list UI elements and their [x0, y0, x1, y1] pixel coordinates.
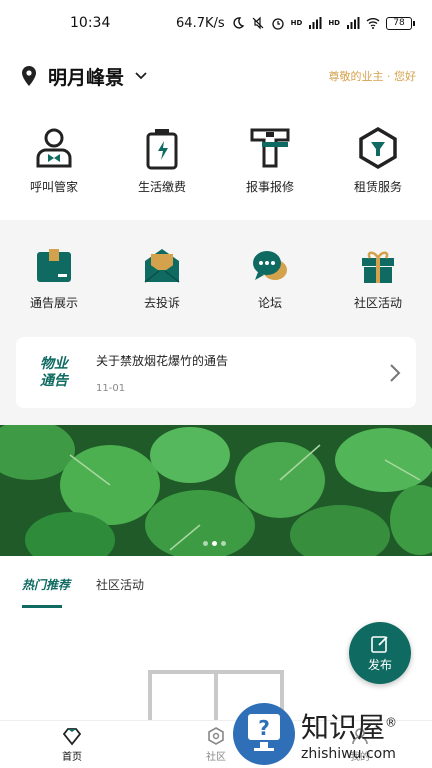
chevron-down-icon[interactable] — [134, 69, 148, 83]
status-icons: 64.7K/s HD HD 78 — [176, 15, 415, 31]
service-label: 生活缴费 — [137, 180, 186, 194]
content-tabs: 热门推荐 社区活动 — [22, 576, 144, 608]
notice-box-icon — [37, 249, 71, 282]
gift-icon — [362, 251, 394, 283]
edit-icon — [371, 635, 388, 653]
banner-leaves-image — [0, 425, 432, 556]
community-hexagon-icon — [208, 727, 224, 745]
service-label: 论坛 — [257, 296, 282, 310]
service-label: 通告展示 — [29, 296, 78, 310]
service-label: 去投诉 — [143, 296, 180, 310]
banner-carousel[interactable] — [0, 425, 432, 556]
service-call-butler[interactable]: 呼叫管家 — [0, 126, 108, 206]
svg-text:?: ? — [258, 716, 270, 740]
wifi-icon — [366, 18, 380, 29]
forum-chat-icon — [253, 251, 287, 280]
services-row-primary: 呼叫管家 生活缴费 报事报修 租赁服务 — [0, 126, 432, 206]
payment-icon — [146, 129, 178, 170]
header: 明月峰景 尊敬的业主 · 您好 — [0, 58, 432, 94]
service-label: 租赁服务 — [353, 180, 402, 194]
notice-title: 关于禁放烟花爆竹的通告 — [96, 353, 229, 368]
carousel-dot-active[interactable] — [212, 541, 217, 546]
watermark-en: zhishiwu.com — [301, 746, 396, 762]
service-payment[interactable]: 生活缴费 — [108, 126, 216, 206]
watermark-logo: ? — [233, 703, 295, 765]
notice-badge: 物业 通告 — [34, 356, 74, 390]
greeting-text: 尊敬的业主 · 您好 — [328, 70, 417, 83]
publish-label: 发布 — [367, 657, 392, 672]
rental-icon — [359, 126, 397, 170]
signal-label-2: HD — [328, 19, 340, 27]
notice-card[interactable]: 物业 通告 关于禁放烟花爆竹的通告 11-01 — [16, 337, 416, 408]
tab-hot-recommend[interactable]: 热门推荐 — [22, 576, 70, 608]
carousel-dot[interactable] — [221, 541, 226, 546]
signal-icon-2 — [347, 17, 360, 29]
service-rental[interactable]: 租赁服务 — [324, 126, 432, 206]
status-time: 10:34 — [70, 15, 111, 31]
service-repair[interactable]: 报事报修 — [216, 126, 324, 206]
question-monitor-icon: ? — [248, 714, 280, 751]
community-name[interactable]: 明月峰景 — [48, 63, 124, 90]
nav-label: 社区 — [206, 752, 226, 763]
service-forum[interactable]: 论坛 — [216, 246, 324, 316]
service-label: 呼叫管家 — [29, 180, 78, 194]
service-activities[interactable]: 社区活动 — [324, 246, 432, 316]
service-label: 报事报修 — [245, 180, 294, 194]
notice-content: 关于禁放烟花爆竹的通告 11-01 — [96, 352, 228, 394]
carousel-dots — [203, 541, 226, 546]
service-notices[interactable]: 通告展示 — [0, 246, 108, 316]
location-pin-icon[interactable] — [20, 65, 38, 87]
service-label: 社区活动 — [353, 296, 402, 310]
butler-icon — [36, 128, 72, 168]
notice-date: 11-01 — [96, 382, 126, 394]
moon-icon — [233, 17, 244, 29]
watermark-cn-text: 知识屋 — [301, 711, 386, 744]
nav-home[interactable]: 首页 — [0, 721, 144, 768]
publish-button[interactable]: 发布 — [349, 622, 411, 684]
chevron-right-icon[interactable] — [388, 362, 402, 384]
notice-badge-line2: 通告 — [40, 372, 68, 389]
alarm-icon — [272, 18, 284, 30]
carousel-dot[interactable] — [203, 541, 208, 546]
nav-label: 首页 — [62, 752, 82, 763]
network-speed: 64.7K/s — [176, 15, 225, 31]
mute-icon — [252, 16, 264, 30]
site-watermark: ? 知识屋® zhishiwu.com — [233, 700, 432, 768]
repair-icon — [250, 128, 290, 168]
watermark-reg: ® — [385, 715, 398, 730]
complaint-mail-icon — [144, 249, 180, 283]
home-diamond-icon — [62, 728, 82, 746]
battery-icon: 78 — [386, 16, 415, 30]
signal-label-1: HD — [290, 19, 303, 27]
service-complaint[interactable]: 去投诉 — [108, 246, 216, 316]
notice-badge-line1: 物业 — [40, 355, 68, 372]
watermark-text: 知识屋® zhishiwu.com — [301, 706, 397, 762]
signal-icon — [309, 17, 322, 29]
status-bar: 10:34 64.7K/s HD HD 78 — [0, 0, 432, 46]
tab-community-activities[interactable]: 社区活动 — [96, 576, 144, 603]
services-row-secondary: 通告展示 去投诉 论坛 社区活动 — [0, 246, 432, 316]
watermark-cn: 知识屋® — [301, 706, 397, 746]
